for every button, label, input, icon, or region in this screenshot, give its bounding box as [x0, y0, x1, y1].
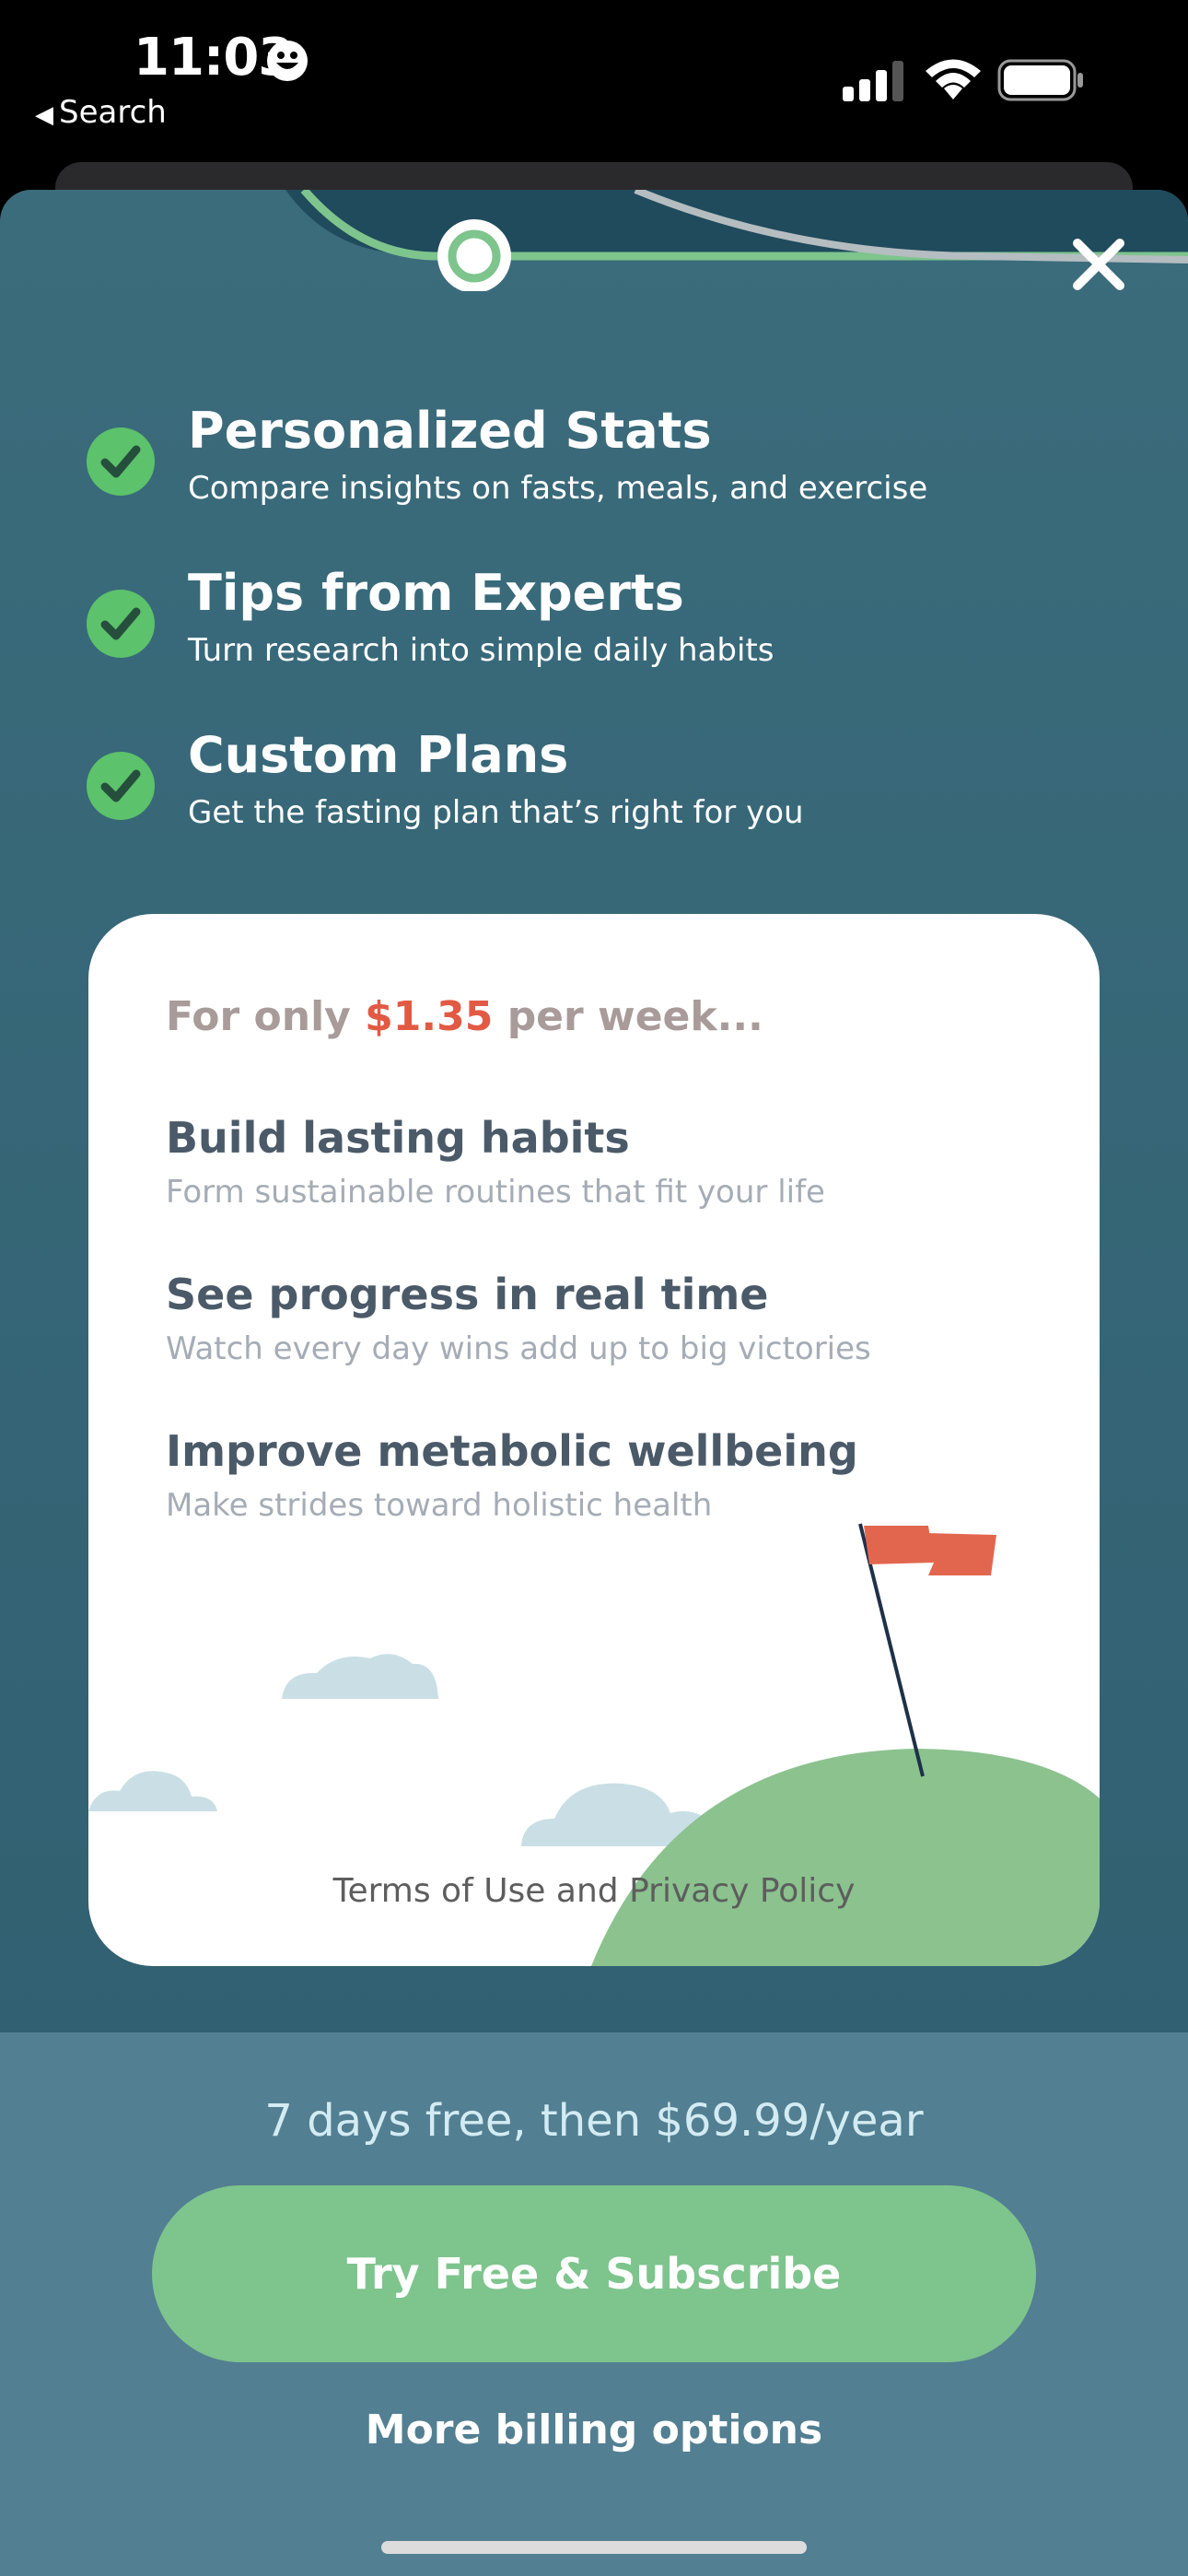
wifi-icon — [926, 59, 981, 100]
check-icon — [87, 752, 155, 820]
close-button[interactable] — [1066, 232, 1131, 297]
more-billing-options-link[interactable]: More billing options — [0, 2406, 1188, 2453]
feature-item: Tips from Experts Turn research into sim… — [87, 564, 1100, 693]
back-label: Search — [59, 94, 167, 131]
feature-subtitle: Turn research into simple daily habits — [188, 632, 775, 669]
terms-privacy-link[interactable]: Terms of Use and Privacy Policy — [88, 1872, 1100, 1910]
feature-item: Personalized Stats Compare insights on f… — [87, 402, 1100, 531]
benefit-item: Build lasting habits Form sustainable ro… — [166, 1113, 1050, 1211]
trial-offer-text: 7 days free, then $69.99/year — [264, 2095, 924, 2147]
flag-icon — [864, 1526, 996, 1575]
close-icon — [1073, 239, 1124, 290]
progress-path-illustration — [0, 190, 1188, 291]
feature-item: Custom Plans Get the fasting plan that’s… — [87, 726, 1100, 855]
benefit-title: Build lasting habits — [166, 1113, 630, 1163]
price-suffix: per week... — [507, 993, 763, 1040]
benefit-item: Improve metabolic wellbeing Make strides… — [166, 1426, 1050, 1524]
home-indicator[interactable] — [381, 2541, 807, 2554]
benefit-item: See progress in real time Watch every da… — [166, 1270, 1050, 1367]
benefit-title: See progress in real time — [166, 1270, 769, 1319]
back-arrow-icon: ◀ — [35, 101, 53, 129]
battery-icon — [997, 59, 1083, 101]
status-bar: 11:03 ◀ Search — [0, 0, 1188, 175]
weekly-price: $1.35 — [365, 993, 494, 1040]
pricing-card: For only $1.35 per week... Build lasting… — [88, 914, 1100, 1966]
feature-subtitle: Get the fasting plan that’s right for yo… — [188, 794, 804, 831]
benefit-subtitle: Watch every day wins add up to big victo… — [166, 1330, 871, 1367]
subscribe-button[interactable]: Try Free & Subscribe — [152, 2185, 1036, 2362]
signal-icon — [843, 61, 903, 101]
feature-subtitle: Compare insights on fasts, meals, and ex… — [188, 470, 928, 507]
smiley-icon — [267, 41, 308, 81]
benefit-subtitle: Form sustainable routines that fit your … — [166, 1174, 825, 1211]
benefit-title: Improve metabolic wellbeing — [166, 1426, 858, 1476]
feature-title: Personalized Stats — [188, 402, 712, 460]
feature-title: Tips from Experts — [188, 564, 684, 622]
price-prefix: For only — [166, 993, 351, 1040]
price-line: For only $1.35 per week... — [166, 993, 763, 1040]
benefit-subtitle: Make strides toward holistic health — [166, 1487, 713, 1524]
subscription-footer: 7 days free, then $69.99/year Try Free &… — [0, 2032, 1188, 2576]
check-icon — [87, 590, 155, 658]
back-to-search-link[interactable]: ◀ Search — [35, 94, 167, 131]
feature-title: Custom Plans — [188, 726, 569, 784]
check-icon — [87, 427, 155, 496]
